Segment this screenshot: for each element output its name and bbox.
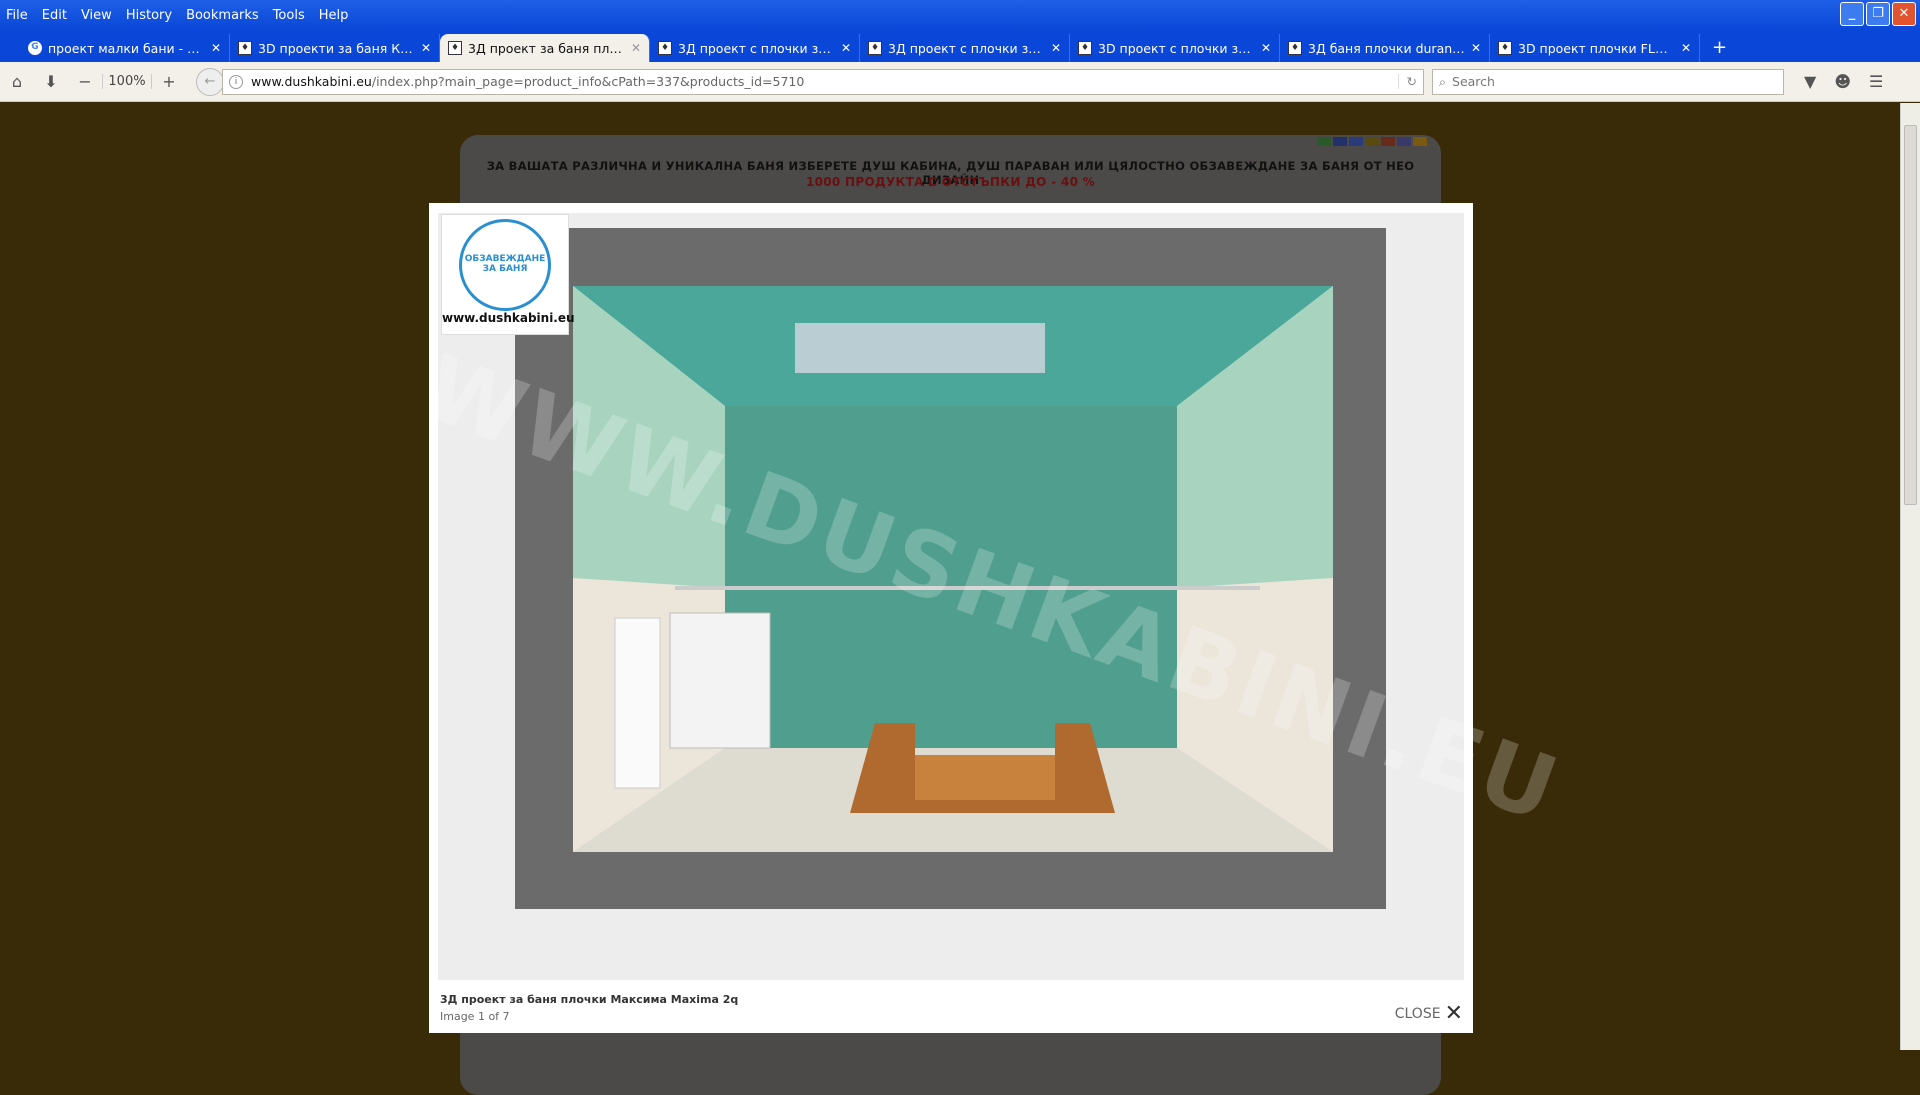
url-bar[interactable]: i www.dushkabini.eu/index.php?main_page=… [222, 68, 1424, 95]
menu-view[interactable]: View [81, 8, 112, 23]
tab-6[interactable]: ♦ 3Д баня плочки durang... ✕ [1280, 34, 1490, 62]
page-scrollbar[interactable] [1900, 103, 1920, 1050]
promo-text: 1000 ПРОДУКТА С ОТСТЪПКИ ДО - 40 % [805, 175, 1096, 189]
menu-file[interactable]: File [6, 8, 28, 23]
tab-1[interactable]: ♦ 3D проекти за баня КА... ✕ [230, 34, 440, 62]
logo-emblem: ОБЗАВЕЖДАНЕ ЗА БАНЯ [459, 219, 551, 311]
close-tab-icon[interactable]: ✕ [631, 41, 641, 55]
navigation-toolbar: ⌂ ⬇ − 100% + ← i www.dushkabini.eu/index… [0, 62, 1920, 102]
minimize-button[interactable]: _ [1840, 2, 1864, 26]
menu-bookmarks[interactable]: Bookmarks [186, 8, 259, 23]
site-favicon-icon: ♦ [1078, 41, 1092, 55]
close-tab-icon[interactable]: ✕ [421, 41, 431, 55]
tab-4[interactable]: ♦ 3Д проект с плочки за ... ✕ [860, 34, 1070, 62]
zoom-out-button[interactable]: − [68, 72, 102, 91]
site-logo: ОБЗАВЕЖДАНЕ ЗА БАНЯ www.dushkabini.eu [441, 214, 575, 335]
close-window-button[interactable]: ✕ [1892, 2, 1916, 26]
scrollbar-thumb[interactable] [1904, 125, 1917, 505]
search-input[interactable]: ⌕ Search [1432, 68, 1784, 95]
zoom-in-button[interactable]: + [152, 72, 186, 91]
home-icon[interactable]: ⌂ [0, 72, 34, 91]
tab-7[interactable]: ♦ 3D проект плочки FLAM... ✕ [1490, 34, 1700, 62]
close-tab-icon[interactable]: ✕ [1051, 41, 1061, 55]
site-favicon-icon: ♦ [1498, 41, 1512, 55]
tab-label: 3Д проект за баня плоч... [468, 40, 625, 56]
search-icon: ⌕ [1439, 73, 1447, 89]
image-counter: Image 1 of 7 [440, 1010, 510, 1023]
new-tab-button[interactable]: + [1700, 37, 1739, 62]
tab-bar: Gпроект малки бани - Go... ✕ ♦ 3D проекти … [0, 30, 1920, 62]
image-lightbox: WWW.DUSHKABINI.EU ОБЗАВЕЖДАНЕ ЗА БАНЯ ww… [410, 203, 1573, 1033]
lightbox-close-button[interactable]: CLOSE ✕ [1395, 1001, 1463, 1026]
menu-bar: File Edit View History Bookmarks Tools H… [0, 0, 1920, 30]
url-text: www.dushkabini.eu/index.php?main_page=pr… [251, 74, 805, 89]
tab-label: 3Д проект с плочки за ... [678, 40, 835, 56]
tab-label: 3Д баня плочки durang... [1308, 40, 1465, 56]
tab-label: 3D проект с плочки за ... [1098, 40, 1255, 56]
tab-3[interactable]: ♦ 3Д проект с плочки за ... ✕ [650, 34, 860, 62]
hamburger-menu-icon[interactable]: ☰ [1869, 72, 1883, 91]
site-favicon-icon: ♦ [238, 41, 252, 55]
site-favicon-icon: ♦ [868, 41, 882, 55]
pocket-icon[interactable]: ▼ [1804, 72, 1816, 91]
close-tab-icon[interactable]: ✕ [1471, 41, 1481, 55]
close-label: CLOSE [1394, 1005, 1441, 1022]
lightbox-image-area: WWW.DUSHKABINI.EU ОБЗАВЕЖДАНЕ ЗА БАНЯ ww… [410, 213, 1573, 980]
image-title: 3Д проект за баня плочки Максима Maxima … [440, 993, 739, 1006]
close-tab-icon[interactable]: ✕ [211, 41, 221, 55]
bathroom-render-image [573, 286, 1333, 852]
tab-label: 3D проект плочки FLAM... [1518, 40, 1675, 56]
zoom-level[interactable]: 100% [102, 74, 152, 89]
menu-history[interactable]: History [126, 8, 172, 23]
tab-label: проект малки бани - Go... [48, 40, 205, 56]
tab-label: 3D проекти за баня КА... [258, 40, 415, 56]
back-button[interactable]: ← [196, 67, 224, 96]
language-flags[interactable] [1317, 137, 1427, 146]
google-icon: G [28, 41, 42, 55]
restore-button[interactable]: ❐ [1866, 2, 1890, 26]
site-favicon-icon: ♦ [1288, 41, 1302, 55]
close-tab-icon[interactable]: ✕ [841, 41, 851, 55]
site-favicon-icon: ♦ [658, 41, 672, 55]
bathroom-3d-render[interactable] [515, 228, 1386, 909]
logo-site: www.dushkabini.eu [442, 311, 575, 325]
menu-edit[interactable]: Edit [42, 8, 67, 23]
close-tab-icon[interactable]: ✕ [1261, 41, 1271, 55]
hello-icon[interactable]: ☻ [1834, 72, 1851, 91]
close-icon: ✕ [1444, 1001, 1463, 1026]
download-icon[interactable]: ⬇ [34, 72, 68, 91]
lightbox-caption: 3Д проект за баня плочки Максима Maxima … [440, 993, 738, 1023]
tab-2[interactable]: ♦ 3Д проект за баня плоч... ✕ [440, 34, 650, 62]
menu-help[interactable]: Help [319, 8, 349, 23]
reload-icon[interactable]: ↻ [1397, 74, 1417, 89]
info-icon[interactable]: i [229, 74, 243, 89]
site-favicon-icon: ♦ [448, 41, 462, 55]
tab-0[interactable]: Gпроект малки бани - Go... ✕ [20, 34, 230, 62]
search-placeholder: Search [1452, 74, 1495, 89]
tab-label: 3Д проект с плочки за ... [888, 40, 1045, 56]
tab-5[interactable]: ♦ 3D проект с плочки за ... ✕ [1070, 34, 1280, 62]
menu-tools[interactable]: Tools [273, 8, 305, 23]
close-tab-icon[interactable]: ✕ [1681, 41, 1691, 55]
